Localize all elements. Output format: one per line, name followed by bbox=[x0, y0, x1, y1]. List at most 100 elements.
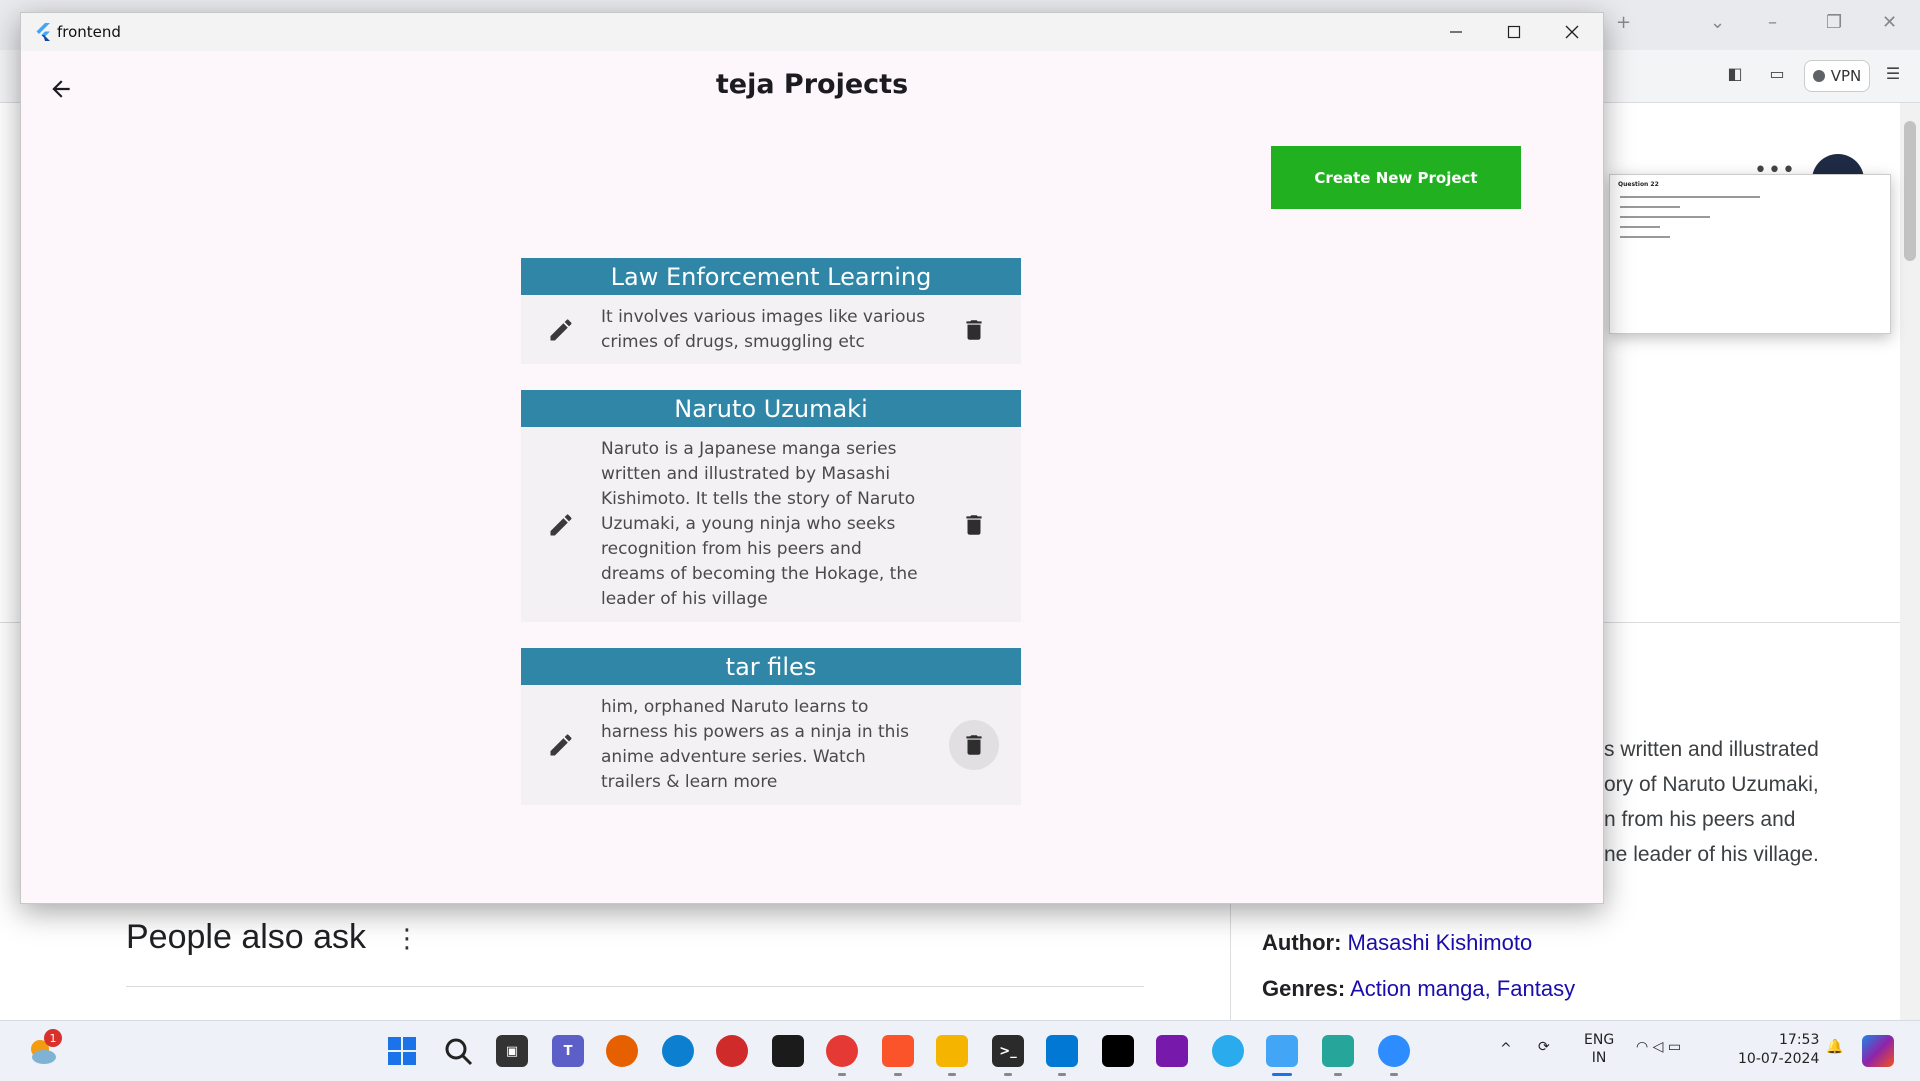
author-label: Author: bbox=[1262, 930, 1342, 955]
genres-row: Genres: Action manga, Fantasy bbox=[1262, 976, 1575, 1002]
brave-app[interactable] bbox=[882, 1035, 914, 1067]
language-indicator[interactable]: ENG IN bbox=[1584, 1031, 1614, 1067]
vscode-app[interactable] bbox=[1046, 1035, 1078, 1067]
new-tab-icon[interactable]: + bbox=[1616, 12, 1631, 33]
kebab-menu-icon[interactable]: ⋮ bbox=[394, 924, 420, 954]
window-title: frontend bbox=[57, 23, 121, 41]
vpn-button[interactable]: VPN bbox=[1804, 60, 1870, 92]
file-explorer-app[interactable] bbox=[936, 1035, 968, 1067]
maximize-icon bbox=[1507, 25, 1521, 39]
project-card: Naruto Uzumaki Naruto is a Japanese mang… bbox=[521, 390, 1021, 622]
browser-scrollbar[interactable] bbox=[1900, 103, 1920, 1020]
intellij-app[interactable] bbox=[1102, 1035, 1134, 1067]
column-divider bbox=[1230, 900, 1231, 1020]
trash-icon bbox=[965, 735, 982, 755]
create-new-project-button[interactable]: Create New Project bbox=[1271, 146, 1521, 209]
flutter-logo-icon bbox=[36, 23, 50, 41]
project-description: It involves various images like various … bbox=[601, 306, 926, 352]
edit-button[interactable] bbox=[521, 511, 601, 539]
running-indicator bbox=[948, 1073, 956, 1076]
edit-button[interactable] bbox=[521, 731, 601, 759]
popup-question: Question 22 bbox=[1618, 181, 1659, 188]
browser-restore-icon[interactable]: ❐ bbox=[1826, 12, 1842, 33]
zoom-app[interactable] bbox=[1378, 1035, 1410, 1067]
page-divider bbox=[1604, 622, 1900, 623]
project-title: Law Enforcement Learning bbox=[521, 258, 1021, 295]
clock[interactable]: 17:53 10-07-2024 bbox=[1738, 1031, 1819, 1069]
notification-badge: 1 bbox=[44, 1029, 62, 1047]
show-hidden-icons-button[interactable]: ^ bbox=[1500, 1041, 1512, 1057]
section-divider bbox=[126, 986, 1144, 987]
pencil-icon bbox=[550, 734, 572, 756]
trash-icon bbox=[965, 514, 982, 535]
teams-app[interactable]: T bbox=[552, 1035, 584, 1067]
running-indicator bbox=[1390, 1073, 1398, 1076]
snippet-line: ory of Naruto Uzumaki, bbox=[1604, 773, 1819, 796]
delete-button[interactable] bbox=[926, 720, 1021, 770]
project-card: tar files him, orphaned Naruto learns to… bbox=[521, 648, 1021, 805]
task-view-button[interactable]: ▣ bbox=[496, 1035, 528, 1067]
window-titlebar[interactable]: frontend bbox=[21, 13, 1603, 51]
minimize-button[interactable] bbox=[1427, 13, 1485, 51]
notification-bell-icon[interactable]: 🔔 bbox=[1826, 1039, 1843, 1055]
running-indicator bbox=[1058, 1073, 1066, 1076]
telegram-app[interactable] bbox=[1212, 1035, 1244, 1067]
maximize-button[interactable] bbox=[1485, 13, 1543, 51]
menu-icon[interactable]: ☰ bbox=[1880, 64, 1906, 86]
project-title: tar files bbox=[521, 648, 1021, 685]
wallet-icon[interactable]: ▭ bbox=[1764, 64, 1790, 86]
close-button[interactable] bbox=[1543, 13, 1601, 51]
quick-settings-button[interactable]: ◠ ◁ ▭ bbox=[1636, 1039, 1681, 1055]
pycharm-app[interactable] bbox=[772, 1035, 804, 1067]
browser-close-icon[interactable]: ✕ bbox=[1882, 12, 1897, 33]
app-8[interactable] bbox=[716, 1035, 748, 1067]
project-title: Naruto Uzumaki bbox=[521, 390, 1021, 427]
chrome-app[interactable] bbox=[826, 1035, 858, 1067]
pencil-icon bbox=[550, 513, 572, 535]
weather-widget[interactable]: 1 bbox=[26, 1029, 62, 1067]
windows-start-icon bbox=[388, 1037, 416, 1065]
chevron-down-icon[interactable]: ⌄ bbox=[1710, 12, 1725, 33]
search-button[interactable] bbox=[444, 1037, 474, 1071]
sync-icon[interactable]: ⟳ bbox=[1538, 1039, 1550, 1055]
start-button[interactable] bbox=[386, 1035, 418, 1067]
flutter-app[interactable] bbox=[1266, 1035, 1298, 1067]
running-indicator bbox=[1334, 1073, 1342, 1076]
terminal-app[interactable]: >_ bbox=[992, 1035, 1024, 1067]
minimize-icon bbox=[1450, 31, 1462, 33]
people-also-ask-heading: People also ask bbox=[126, 918, 367, 956]
sidebar-icon[interactable]: ◧ bbox=[1722, 64, 1748, 86]
firefox-app[interactable] bbox=[606, 1035, 638, 1067]
genres-link[interactable]: Action manga, Fantasy bbox=[1350, 976, 1575, 1001]
image-preview-popup: Question 22 bbox=[1609, 174, 1891, 334]
close-icon bbox=[1565, 25, 1579, 39]
vpn-status-icon bbox=[1812, 70, 1825, 82]
wifi-icon: ◠ bbox=[1636, 1039, 1649, 1055]
project-description: Naruto is a Japanese manga series writte… bbox=[601, 439, 918, 609]
browser-minimize-icon[interactable]: – bbox=[1768, 12, 1777, 33]
windows-taskbar: 1 ▣ T >_ ^ ⟳ ENG IN ◠ ◁ ▭ 17:53 10-07-20… bbox=[0, 1020, 1920, 1081]
author-link[interactable]: Masashi Kishimoto bbox=[1348, 930, 1533, 955]
delete-button-area[interactable] bbox=[949, 500, 999, 550]
edge-app[interactable] bbox=[662, 1035, 694, 1067]
delete-button-area[interactable] bbox=[949, 305, 999, 355]
scrollbar-thumb[interactable] bbox=[1904, 121, 1916, 261]
trash-icon bbox=[965, 319, 982, 340]
search-icon bbox=[445, 1038, 473, 1066]
copilot-button[interactable] bbox=[1862, 1035, 1894, 1067]
project-body: him, orphaned Naruto learns to harness h… bbox=[521, 685, 1021, 805]
teams-icon: T bbox=[563, 1043, 573, 1059]
clock-date: 10-07-2024 bbox=[1738, 1051, 1820, 1067]
delete-button[interactable] bbox=[926, 305, 1021, 355]
running-indicator bbox=[838, 1073, 846, 1076]
onenote-app[interactable] bbox=[1156, 1035, 1188, 1067]
edit-button[interactable] bbox=[521, 316, 601, 344]
vpn-label: VPN bbox=[1830, 67, 1862, 85]
terminal-icon: >_ bbox=[999, 1043, 1017, 1059]
notepad-app[interactable] bbox=[1322, 1035, 1354, 1067]
battery-icon: ▭ bbox=[1667, 1039, 1682, 1055]
project-description: him, orphaned Naruto learns to harness h… bbox=[601, 697, 910, 792]
delete-button[interactable] bbox=[926, 500, 1021, 550]
volume-icon: ◁ bbox=[1652, 1039, 1664, 1055]
delete-button-area[interactable] bbox=[948, 720, 999, 770]
